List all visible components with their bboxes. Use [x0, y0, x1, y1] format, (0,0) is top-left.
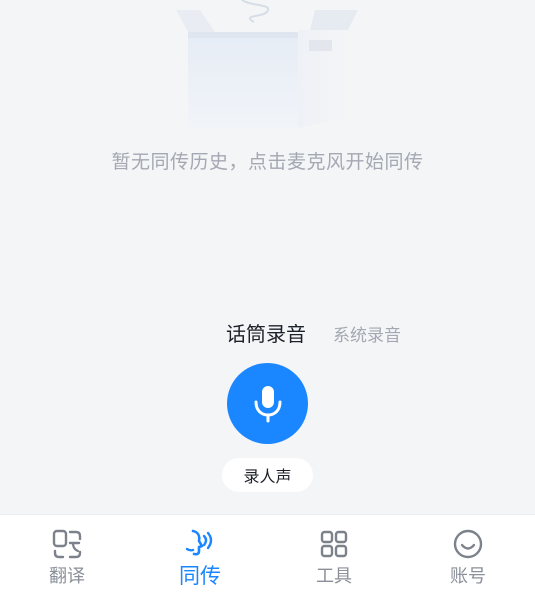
nav-label-interpret: 同传 [179, 564, 221, 588]
app-screen: 暂无同传历史，点击麦克风开始同传 话筒录音 系统录音 录人声 翻译 同传 工具 … [0, 0, 535, 597]
grid-icon [318, 528, 350, 560]
nav-item-translate[interactable]: 翻译 [0, 515, 134, 597]
translate-icon [51, 528, 83, 560]
nav-label-account: 账号 [450, 566, 486, 587]
bottom-navigation: 翻译 同传 工具 账号 [0, 514, 535, 597]
nav-label-translate: 翻译 [49, 566, 85, 587]
record-voice-button[interactable]: 录人声 [222, 458, 313, 492]
nav-item-account[interactable]: 账号 [401, 515, 535, 597]
microphone-icon [254, 385, 281, 422]
empty-state-message: 暂无同传历史，点击麦克风开始同传 [111, 151, 424, 173]
empty-box-illustration [176, 0, 358, 128]
record-voice-label: 录人声 [243, 467, 292, 486]
nav-item-tools[interactable]: 工具 [267, 515, 401, 597]
smile-icon [452, 528, 484, 560]
nav-item-interpret[interactable]: 同传 [133, 515, 267, 597]
nav-label-tools: 工具 [316, 566, 352, 587]
tab-system-recording[interactable]: 系统录音 [333, 321, 401, 346]
start-interpret-mic-button[interactable] [227, 363, 308, 444]
interpret-icon [184, 528, 216, 560]
tab-mic-recording[interactable]: 话筒录音 [226, 318, 306, 347]
